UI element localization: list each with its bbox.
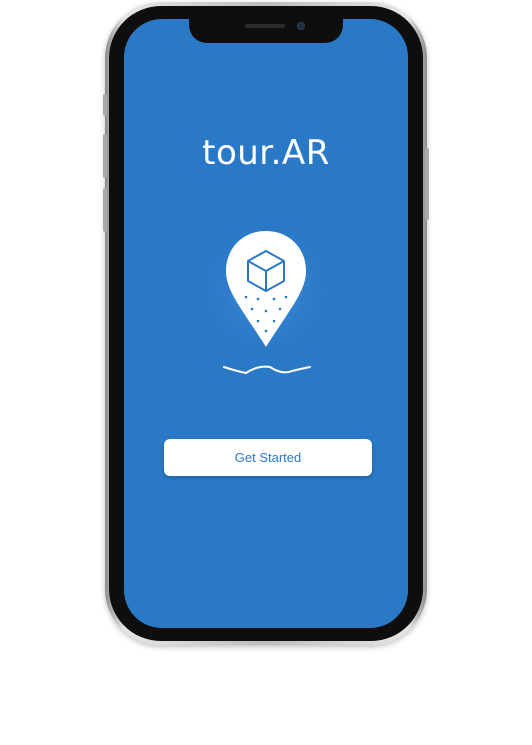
get-started-button[interactable]: Get Started — [164, 439, 372, 476]
wave-line-icon — [223, 365, 311, 375]
app-screen: tour.AR Get Started — [124, 19, 408, 628]
power-button — [425, 148, 429, 220]
front-camera — [297, 22, 305, 30]
notch — [189, 19, 343, 43]
app-title: tour.AR — [202, 133, 330, 173]
mute-switch — [103, 94, 107, 116]
volume-down-button — [103, 188, 107, 232]
volume-up-button — [103, 134, 107, 178]
earpiece-speaker — [245, 24, 285, 28]
logo — [186, 219, 346, 399]
stage: tour.AR Get Started — [0, 0, 532, 745]
phone-frame: tour.AR Get Started — [103, 2, 429, 645]
